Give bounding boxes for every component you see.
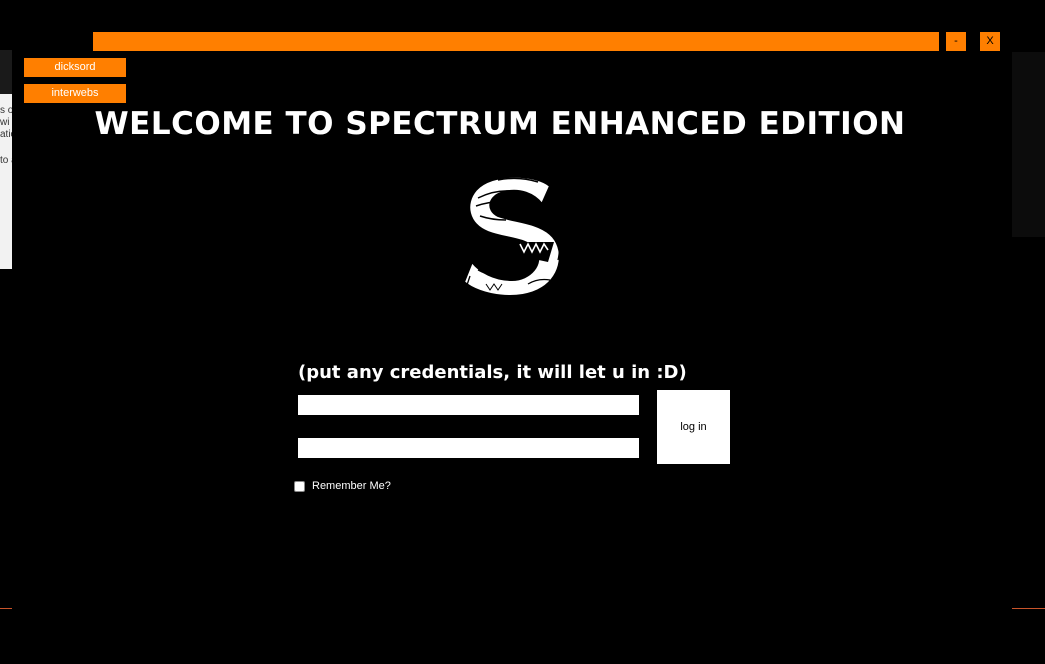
credentials-hint: (put any credentials, it will let u in :… [298, 362, 687, 383]
main-window: - X dicksord interwebs WELCOME TO SPECTR… [12, 22, 1012, 622]
remember-me-row[interactable]: Remember Me? [294, 480, 391, 492]
password-field[interactable] [298, 438, 639, 458]
background-divider [1012, 608, 1045, 609]
username-field[interactable] [298, 395, 639, 415]
login-button[interactable]: log in [657, 390, 730, 464]
background-divider [0, 608, 12, 609]
page-title: WELCOME TO SPECTRUM ENHANCED EDITION [94, 106, 906, 142]
background-window-fragment [1012, 52, 1045, 237]
minimize-button[interactable]: - [946, 32, 966, 51]
interwebs-button[interactable]: interwebs [24, 84, 126, 103]
remember-me-label: Remember Me? [312, 480, 391, 492]
close-button[interactable]: X [980, 32, 1000, 51]
title-bar-drag-handle[interactable] [93, 32, 939, 51]
dicksord-button[interactable]: dicksord [24, 58, 126, 77]
background-window-fragment: s o wi atio to a [0, 50, 17, 269]
remember-me-checkbox[interactable] [294, 480, 305, 492]
spectrum-s-logo-icon [458, 172, 570, 300]
